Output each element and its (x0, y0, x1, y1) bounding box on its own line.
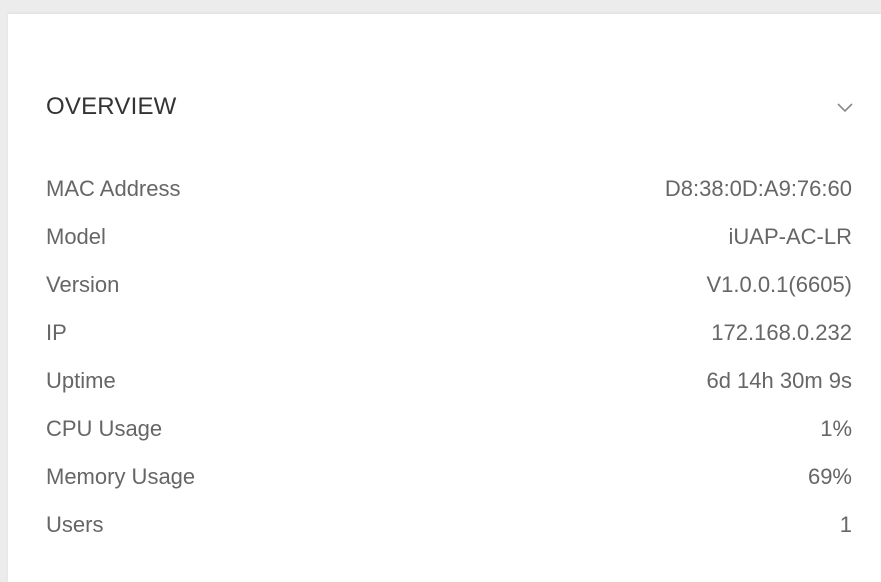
overview-row-users: Users 1 (46, 501, 852, 549)
row-label: Uptime (46, 368, 116, 393)
row-value: 6d 14h 30m 9s (706, 368, 852, 393)
overview-row-cpu-usage: CPU Usage 1% (46, 405, 852, 453)
row-label: IP (46, 320, 67, 345)
row-value: 69% (807, 464, 852, 489)
chevron-down-icon[interactable] (836, 98, 854, 116)
row-label: Users (46, 512, 104, 537)
row-label: Model (46, 224, 106, 249)
row-value: 1% (820, 416, 852, 441)
row-value: 1 (839, 512, 852, 537)
row-value: 172.168.0.232 (711, 320, 852, 345)
overview-list: MAC Address D8:38:0D:A9:76:60 Model iUAP… (46, 165, 852, 549)
row-value: V1.0.0.1(6605) (706, 272, 852, 297)
row-value: D8:38:0D:A9:76:60 (664, 176, 852, 201)
overview-header[interactable]: OVERVIEW (46, 92, 854, 122)
overview-row-memory-usage: Memory Usage 69% (46, 453, 852, 501)
overview-title: OVERVIEW (46, 93, 177, 120)
row-label: Memory Usage (46, 464, 196, 489)
overview-row-model: Model iUAP-AC-LR (46, 213, 852, 261)
overview-row-mac-address: MAC Address D8:38:0D:A9:76:60 (46, 165, 852, 213)
row-value: iUAP-AC-LR (728, 224, 852, 249)
row-label: CPU Usage (46, 416, 163, 441)
row-label: MAC Address (46, 176, 181, 201)
overview-row-uptime: Uptime 6d 14h 30m 9s (46, 357, 852, 405)
overview-row-version: Version V1.0.0.1(6605) (46, 261, 852, 309)
overview-row-ip: IP 172.168.0.232 (46, 309, 852, 357)
row-label: Version (46, 272, 120, 297)
overview-panel: OVERVIEW MAC Address D8:38:0D:A9:76:60 M… (8, 14, 881, 582)
